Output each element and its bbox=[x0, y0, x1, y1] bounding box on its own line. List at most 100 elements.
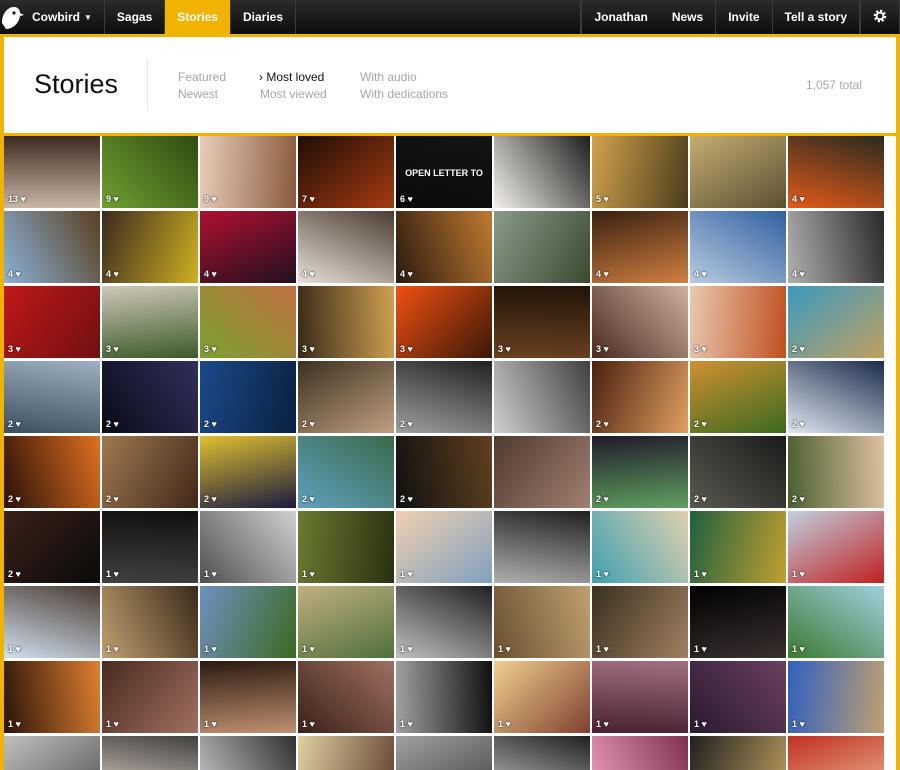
filter-featured[interactable]: Featured bbox=[178, 70, 226, 84]
love-count: 2 ♥ bbox=[694, 419, 707, 429]
story-thumbnail[interactable] bbox=[494, 136, 590, 208]
story-thumbnail[interactable]: 1 ♥ bbox=[396, 661, 492, 733]
story-thumbnail[interactable] bbox=[592, 736, 688, 770]
story-thumbnail[interactable] bbox=[690, 736, 786, 770]
filter-most-loved[interactable]: › Most loved bbox=[259, 70, 324, 84]
nav-tell-a-story[interactable]: Tell a story bbox=[773, 0, 860, 34]
story-thumbnail[interactable]: 1 ♥ bbox=[4, 586, 100, 658]
story-thumbnail[interactable]: 4 ♥ bbox=[200, 211, 296, 283]
story-thumbnail[interactable]: 1 ♥ bbox=[788, 511, 884, 583]
nav-tab-diaries[interactable]: Diaries bbox=[231, 0, 296, 34]
nav-tab-sagas[interactable]: Sagas bbox=[105, 0, 166, 34]
story-thumbnail[interactable]: 3 ♥ bbox=[396, 286, 492, 358]
story-thumbnail[interactable]: 2 ♥ bbox=[396, 436, 492, 508]
story-thumbnail[interactable]: 2 ♥ bbox=[592, 361, 688, 433]
story-thumbnail[interactable]: 4 ♥ bbox=[102, 211, 198, 283]
filter-with-dedications[interactable]: With dedications bbox=[360, 87, 448, 101]
stories-header-panel: Stories Featured Newest › Most loved Mos… bbox=[4, 37, 896, 133]
story-thumbnail[interactable]: 4 ♥ bbox=[4, 211, 100, 283]
story-thumbnail[interactable]: 2 ♥ bbox=[4, 436, 100, 508]
story-thumbnail[interactable]: 1 ♥ bbox=[200, 511, 296, 583]
story-thumbnail[interactable] bbox=[200, 736, 296, 770]
story-thumbnail[interactable]: 2 ♥ bbox=[788, 286, 884, 358]
story-thumbnail[interactable]: 2 ♥ bbox=[788, 436, 884, 508]
settings-button[interactable] bbox=[860, 0, 900, 34]
story-thumbnail[interactable]: 4 ♥ bbox=[592, 211, 688, 283]
story-thumbnail[interactable]: 9 ♥ bbox=[200, 136, 296, 208]
story-thumbnail[interactable]: 2 ♥ bbox=[200, 361, 296, 433]
story-thumbnail[interactable] bbox=[494, 511, 590, 583]
story-thumbnail[interactable]: 3 ♥ bbox=[690, 286, 786, 358]
story-thumbnail[interactable]: 1 ♥ bbox=[788, 586, 884, 658]
story-thumbnail[interactable]: 4 ♥ bbox=[690, 211, 786, 283]
filter-with-audio[interactable]: With audio bbox=[360, 70, 417, 84]
story-thumbnail[interactable]: 1 ♥ bbox=[102, 586, 198, 658]
story-thumbnail[interactable] bbox=[494, 211, 590, 283]
story-thumbnail[interactable] bbox=[4, 736, 100, 770]
story-thumbnail[interactable]: 2 ♥ bbox=[298, 361, 394, 433]
story-thumbnail[interactable]: 2 ♥ bbox=[788, 361, 884, 433]
story-thumbnail[interactable]: 1 ♥ bbox=[200, 661, 296, 733]
story-thumbnail[interactable]: 2 ♥ bbox=[592, 436, 688, 508]
story-thumbnail[interactable]: 1 ♥ bbox=[396, 586, 492, 658]
story-thumbnail[interactable]: 4 ♥ bbox=[298, 211, 394, 283]
story-thumbnail[interactable] bbox=[494, 361, 590, 433]
story-thumbnail[interactable]: 1 ♥ bbox=[592, 586, 688, 658]
story-thumbnail[interactable]: 1 ♥ bbox=[396, 511, 492, 583]
story-thumbnail[interactable] bbox=[102, 736, 198, 770]
story-thumbnail[interactable]: 2 ♥ bbox=[690, 361, 786, 433]
story-thumbnail[interactable]: 3 ♥ bbox=[4, 286, 100, 358]
story-thumbnail[interactable]: 1 ♥ bbox=[102, 661, 198, 733]
story-thumbnail[interactable] bbox=[690, 136, 786, 208]
love-count: 1 ♥ bbox=[302, 719, 315, 729]
story-thumbnail[interactable]: 3 ♥ bbox=[200, 286, 296, 358]
nav-tab-stories[interactable]: Stories bbox=[165, 0, 231, 34]
story-thumbnail[interactable] bbox=[494, 436, 590, 508]
story-thumbnail[interactable]: 1 ♥ bbox=[494, 586, 590, 658]
story-thumbnail[interactable]: 1 ♥ bbox=[690, 511, 786, 583]
story-thumbnail[interactable]: 1 ♥ bbox=[102, 511, 198, 583]
story-thumbnail[interactable]: 1 ♥ bbox=[494, 661, 590, 733]
story-thumbnail[interactable]: 3 ♥ bbox=[494, 286, 590, 358]
story-thumbnail[interactable]: 4 ♥ bbox=[396, 211, 492, 283]
nav-user-jonathan[interactable]: Jonathan bbox=[581, 0, 659, 34]
story-thumbnail[interactable]: 2 ♥ bbox=[298, 436, 394, 508]
brand-menu[interactable]: Cowbird ▼ bbox=[0, 0, 105, 34]
story-thumbnail[interactable]: 13 ♥ bbox=[4, 136, 100, 208]
story-thumbnail[interactable] bbox=[396, 736, 492, 770]
story-thumbnail[interactable]: 1 ♥ bbox=[200, 586, 296, 658]
love-count: 2 ♥ bbox=[792, 419, 805, 429]
story-thumbnail[interactable]: 2 ♥ bbox=[396, 361, 492, 433]
story-thumbnail[interactable]: 2 ♥ bbox=[102, 361, 198, 433]
story-thumbnail[interactable]: OPEN LETTER TO 6 ♥ bbox=[396, 136, 492, 208]
story-thumbnail[interactable] bbox=[788, 736, 884, 770]
story-thumbnail[interactable]: 2 ♥ bbox=[200, 436, 296, 508]
story-thumbnail[interactable]: 5 ♥ bbox=[592, 136, 688, 208]
story-thumbnail[interactable] bbox=[298, 736, 394, 770]
filter-newest[interactable]: Newest bbox=[178, 87, 218, 101]
story-thumbnail[interactable]: 3 ♥ bbox=[592, 286, 688, 358]
story-thumbnail[interactable]: 7 ♥ bbox=[298, 136, 394, 208]
story-thumbnail[interactable]: 2 ♥ bbox=[4, 511, 100, 583]
story-thumbnail[interactable]: 1 ♥ bbox=[592, 511, 688, 583]
story-thumbnail[interactable]: 9 ♥ bbox=[102, 136, 198, 208]
story-thumbnail[interactable]: 1 ♥ bbox=[298, 511, 394, 583]
story-thumbnail[interactable]: 1 ♥ bbox=[690, 661, 786, 733]
story-thumbnail[interactable]: 1 ♥ bbox=[4, 661, 100, 733]
story-thumbnail[interactable]: 4 ♥ bbox=[788, 211, 884, 283]
story-thumbnail[interactable]: 1 ♥ bbox=[788, 661, 884, 733]
story-thumbnail[interactable]: 3 ♥ bbox=[298, 286, 394, 358]
story-thumbnail[interactable]: 2 ♥ bbox=[102, 436, 198, 508]
story-thumbnail[interactable]: 4 ♥ bbox=[788, 136, 884, 208]
story-thumbnail[interactable]: 2 ♥ bbox=[4, 361, 100, 433]
story-thumbnail[interactable]: 3 ♥ bbox=[102, 286, 198, 358]
story-thumbnail[interactable] bbox=[494, 736, 590, 770]
story-thumbnail[interactable]: 2 ♥ bbox=[690, 436, 786, 508]
story-thumbnail[interactable]: 1 ♥ bbox=[298, 586, 394, 658]
story-thumbnail[interactable]: 1 ♥ bbox=[298, 661, 394, 733]
nav-news[interactable]: News bbox=[660, 0, 717, 34]
nav-invite[interactable]: Invite bbox=[716, 0, 773, 34]
filter-most-viewed[interactable]: Most viewed bbox=[260, 87, 327, 101]
story-thumbnail[interactable]: 1 ♥ bbox=[592, 661, 688, 733]
story-thumbnail[interactable]: 1 ♥ bbox=[690, 586, 786, 658]
